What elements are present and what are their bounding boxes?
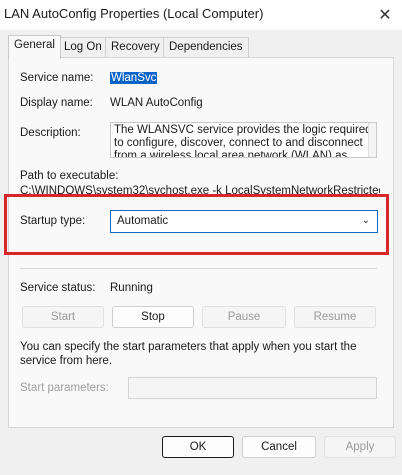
window-title: LAN AutoConfig Properties (Local Compute… bbox=[4, 6, 264, 21]
service-name-value[interactable]: WlanSvc bbox=[110, 72, 158, 84]
service-name-label: Service name: bbox=[20, 72, 94, 84]
close-icon[interactable]: ✕ bbox=[374, 4, 396, 26]
apply-button[interactable]: Apply bbox=[324, 436, 396, 458]
service-status-value: Running bbox=[110, 282, 153, 294]
chevron-down-icon: ⌄ bbox=[361, 215, 370, 226]
title-bar: LAN AutoConfig Properties (Local Compute… bbox=[0, 0, 402, 30]
tab-dependencies[interactable]: Dependencies bbox=[163, 37, 249, 57]
ok-button[interactable]: OK bbox=[162, 436, 234, 458]
path-value[interactable]: C:\WINDOWS\system32\svchost.exe -k Local… bbox=[20, 185, 380, 197]
description-label: Description: bbox=[20, 127, 81, 139]
startup-type-value: Automatic bbox=[117, 215, 169, 227]
service-status-label: Service status: bbox=[20, 282, 96, 294]
path-label: Path to executable: bbox=[20, 170, 119, 182]
stop-button[interactable]: Stop bbox=[112, 306, 194, 328]
start-params-label: Start parameters: bbox=[20, 382, 109, 394]
display-name-label: Display name: bbox=[20, 97, 93, 109]
pause-button[interactable]: Pause bbox=[202, 306, 286, 328]
description-textbox[interactable]: The WLANSVC service provides the logic r… bbox=[110, 122, 377, 158]
tab-recovery[interactable]: Recovery bbox=[105, 37, 166, 57]
tab-log-on[interactable]: Log On bbox=[58, 37, 108, 57]
start-params-info: You can specify the start parameters tha… bbox=[20, 341, 357, 367]
display-name-value[interactable]: WLAN AutoConfig bbox=[110, 97, 203, 109]
tab-general[interactable]: General bbox=[8, 35, 61, 59]
description-text: The WLANSVC service provides the logic r… bbox=[114, 124, 372, 158]
startup-type-dropdown[interactable]: Automatic ⌄ bbox=[110, 210, 378, 233]
divider bbox=[20, 268, 377, 269]
cancel-button[interactable]: Cancel bbox=[242, 436, 316, 458]
description-scrollbar[interactable] bbox=[368, 123, 376, 157]
start-params-input[interactable] bbox=[128, 377, 377, 399]
startup-type-label: Startup type: bbox=[20, 215, 86, 227]
resume-button[interactable]: Resume bbox=[294, 306, 376, 328]
start-button[interactable]: Start bbox=[22, 306, 104, 328]
general-panel bbox=[8, 57, 394, 428]
